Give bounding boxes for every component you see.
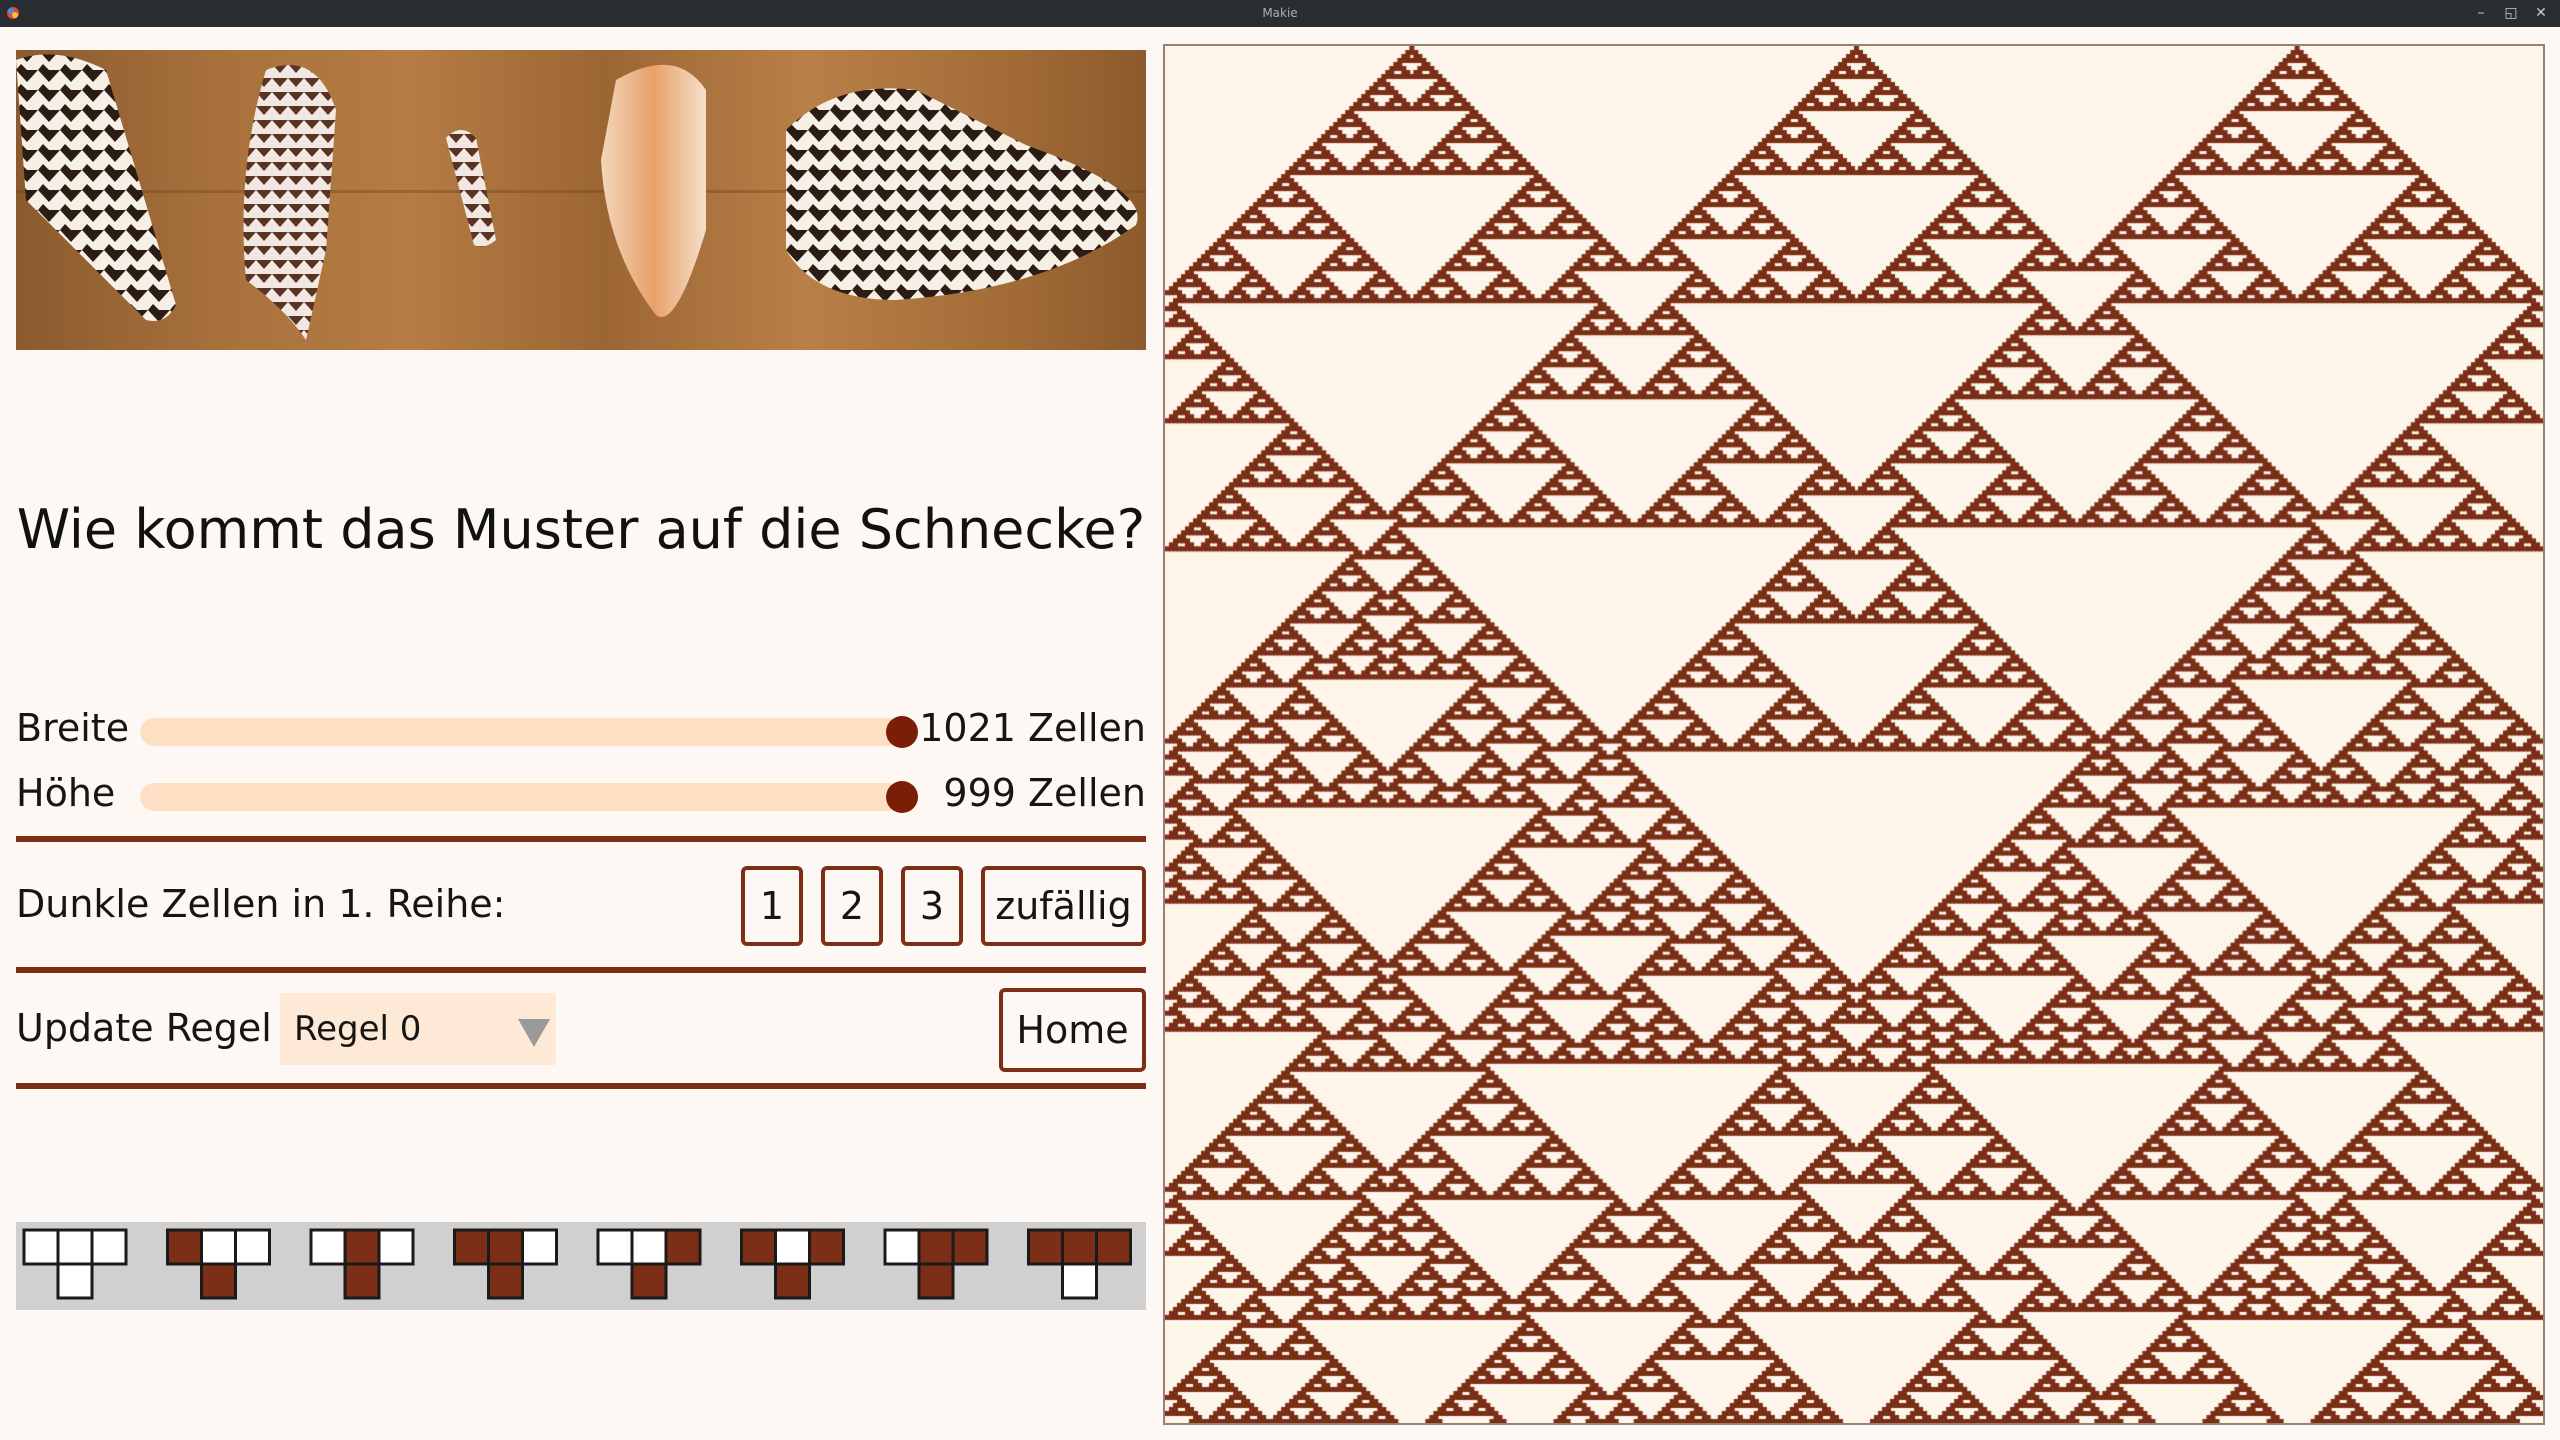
random-button[interactable]: zufällig <box>981 866 1146 946</box>
rule-input-cell <box>1027 1228 1064 1266</box>
rule-pattern-4 <box>453 1228 558 1300</box>
rule-pattern-7 <box>883 1228 989 1300</box>
rule-input-cell <box>521 1228 558 1266</box>
rule-input-cell <box>1061 1228 1098 1266</box>
automaton-panel <box>1163 44 2545 1425</box>
rule-input-cell <box>774 1228 811 1266</box>
rule-input-cell <box>90 1228 128 1266</box>
rule-pattern-8 <box>1027 1228 1132 1300</box>
maximize-icon[interactable]: ◱ <box>2500 3 2522 23</box>
rule-input-cell <box>453 1228 490 1266</box>
height-slider-track[interactable] <box>140 783 902 811</box>
rule-input-cell <box>917 1228 955 1266</box>
two-cells-button[interactable]: 2 <box>821 866 883 946</box>
close-icon[interactable]: ✕ <box>2530 3 2552 23</box>
rule-output-cell <box>56 1262 94 1300</box>
rule-output-cell <box>774 1262 811 1300</box>
rule-input-cell <box>166 1228 203 1266</box>
rule-input-cell <box>664 1228 702 1266</box>
rule-pattern-5 <box>596 1228 702 1300</box>
height-slider-handle[interactable] <box>886 781 918 813</box>
rule-input-cell <box>883 1228 921 1266</box>
rule-input-cell <box>487 1228 524 1266</box>
height-value: 999 Zellen <box>943 771 1146 815</box>
rule-input-cell <box>22 1228 60 1266</box>
width-slider-handle[interactable] <box>886 716 918 748</box>
rule-input-cell <box>740 1228 777 1266</box>
divider <box>16 1083 1146 1089</box>
divider <box>16 836 1146 842</box>
rule-patterns-strip <box>16 1222 1146 1310</box>
home-button[interactable]: Home <box>999 988 1146 1072</box>
rule-output-cell <box>487 1262 524 1300</box>
rule-output-cell <box>1061 1262 1098 1300</box>
rule-patterns <box>22 1228 1132 1300</box>
page-title: Wie kommt das Muster auf die Schnecke? <box>16 498 1146 561</box>
height-slider-label: Höhe <box>16 771 116 815</box>
rule-output-cell <box>917 1262 955 1300</box>
rule-input-cell <box>56 1228 94 1266</box>
rule-output-cell <box>343 1262 381 1300</box>
window-titlebar: Makie – ◱ ✕ <box>0 0 2560 27</box>
dark-cells-label: Dunkle Zellen in 1. Reihe: <box>16 882 506 926</box>
triangle-down-icon <box>518 1019 550 1047</box>
rule-input-cell <box>1095 1228 1132 1266</box>
rule-input-cell <box>951 1228 989 1266</box>
rule-dropdown[interactable]: Regel 0 <box>280 993 556 1065</box>
width-slider-track[interactable] <box>140 718 902 746</box>
width-value: 1021 Zellen <box>919 706 1146 750</box>
divider <box>16 967 1146 973</box>
rule-pattern-6 <box>740 1228 845 1300</box>
rule-output-cell <box>200 1262 237 1300</box>
automaton-canvas <box>1165 46 2543 1423</box>
rule-input-cell <box>596 1228 634 1266</box>
three-cells-button[interactable]: 3 <box>901 866 963 946</box>
width-slider-label: Breite <box>16 706 130 750</box>
minimize-icon[interactable]: – <box>2470 3 2492 23</box>
rule-dropdown-value: Regel 0 <box>294 1009 422 1049</box>
cone-shells-photo <box>16 50 1146 350</box>
rule-input-cell <box>630 1228 668 1266</box>
rule-output-cell <box>630 1262 668 1300</box>
rule-input-cell <box>377 1228 415 1266</box>
update-rule-label: Update Regel <box>16 1006 272 1050</box>
rule-input-cell <box>309 1228 347 1266</box>
rule-pattern-1 <box>22 1228 128 1300</box>
rule-pattern-2 <box>166 1228 271 1300</box>
rule-input-cell <box>808 1228 845 1266</box>
rule-input-cell <box>343 1228 381 1266</box>
rule-input-cell <box>200 1228 237 1266</box>
rule-input-cell <box>234 1228 271 1266</box>
rule-pattern-3 <box>309 1228 415 1300</box>
one-cell-button[interactable]: 1 <box>741 866 803 946</box>
window-title: Makie <box>1262 6 1298 20</box>
